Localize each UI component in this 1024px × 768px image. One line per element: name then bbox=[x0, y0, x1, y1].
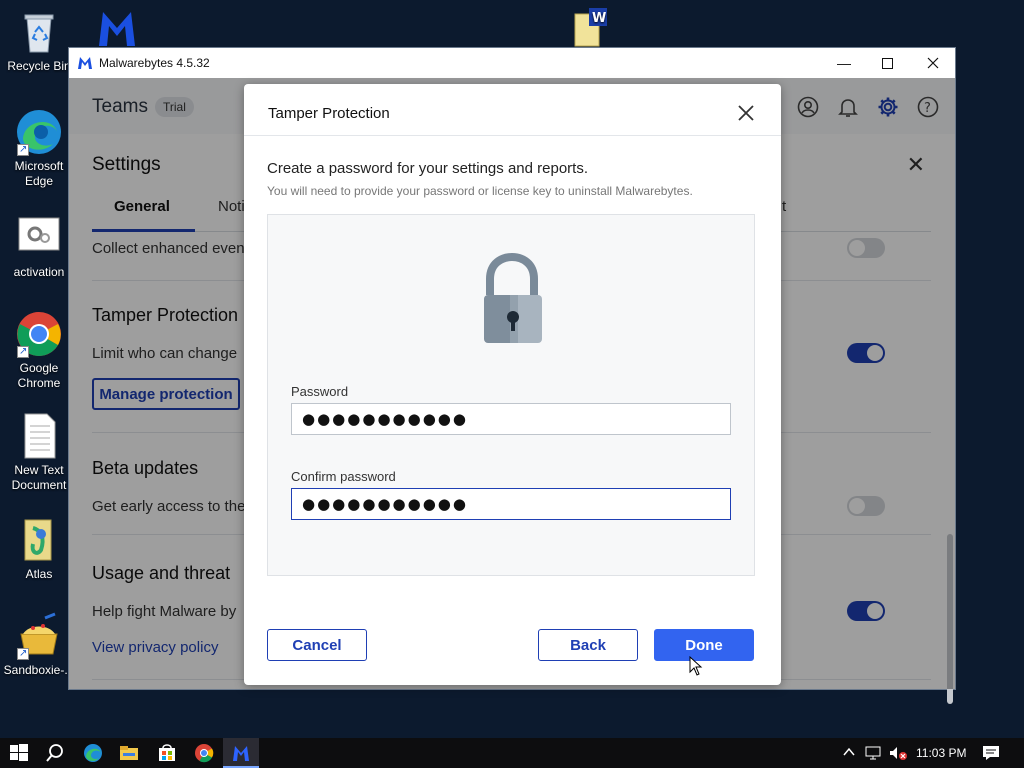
close-dialog-icon[interactable] bbox=[733, 100, 759, 126]
malwarebytes-icon[interactable] bbox=[231, 743, 251, 763]
title-bar: Malwarebytes 4.5.32 — bbox=[69, 48, 955, 78]
desktop-icon-label: Atlas bbox=[25, 567, 53, 581]
taskbar-clock[interactable]: 11:03 PM bbox=[916, 746, 966, 760]
mouse-cursor-icon bbox=[689, 655, 703, 676]
password-label: Password bbox=[291, 384, 349, 399]
done-button[interactable]: Done bbox=[654, 629, 754, 661]
confirm-password-label: Confirm password bbox=[291, 469, 396, 484]
file-explorer-icon[interactable] bbox=[119, 743, 139, 763]
edge-icon[interactable] bbox=[83, 743, 103, 763]
password-field[interactable]: ●●●●●●●●●●● bbox=[291, 403, 731, 435]
unlocked-padlock-icon bbox=[480, 252, 544, 349]
taskbar: 11:03 PM bbox=[0, 738, 1024, 768]
back-button[interactable]: Back bbox=[538, 629, 638, 661]
dialog-divider bbox=[244, 135, 781, 136]
edge-icon bbox=[15, 108, 63, 157]
desktop-icon-activation[interactable]: activation bbox=[2, 214, 76, 280]
action-center-icon[interactable] bbox=[982, 745, 1000, 766]
svg-text:W: W bbox=[592, 11, 606, 26]
store-icon[interactable] bbox=[157, 743, 177, 763]
maximize-button[interactable] bbox=[864, 48, 910, 78]
cancel-button[interactable]: Cancel bbox=[267, 629, 367, 661]
dialog-heading: Create a password for your settings and … bbox=[267, 160, 588, 177]
desktop-icon-text-document[interactable]: New Text Document bbox=[2, 412, 76, 493]
sandboxie-icon bbox=[15, 612, 63, 661]
desktop-icon-edge[interactable]: Microsoft Edge bbox=[2, 108, 76, 189]
window-title: Malwarebytes 4.5.32 bbox=[99, 56, 210, 70]
chrome-icon bbox=[15, 310, 63, 359]
network-icon[interactable] bbox=[864, 745, 882, 766]
desktop-icon-label: Microsoft Edge bbox=[14, 159, 64, 188]
show-hidden-icons-chevron-icon[interactable] bbox=[842, 745, 856, 764]
confirm-password-field[interactable]: ●●●●●●●●●●● bbox=[291, 488, 731, 520]
desktop-icon-atlas[interactable]: Atlas bbox=[2, 516, 76, 582]
malwarebytes-logo-icon bbox=[77, 56, 93, 70]
desktop-icon-label: Google Chrome bbox=[17, 361, 61, 390]
desktop-icon-sandboxie[interactable]: Sandboxie-... bbox=[2, 612, 76, 678]
recycle-bin-icon bbox=[15, 8, 63, 56]
desktop-icon-label: Recycle Bin bbox=[7, 59, 71, 73]
tamper-protection-dialog: Tamper Protection Create a password for … bbox=[244, 84, 781, 685]
desktop-icon-recycle-bin[interactable]: Recycle Bin bbox=[2, 8, 76, 74]
search-icon[interactable] bbox=[45, 743, 65, 763]
desktop-icon-label: Sandboxie-... bbox=[3, 663, 75, 677]
dialog-subtext: You will need to provide your password o… bbox=[267, 184, 693, 198]
chrome-icon[interactable] bbox=[194, 743, 214, 763]
start-icon[interactable] bbox=[9, 743, 29, 763]
desktop-icon-label: activation bbox=[13, 265, 65, 279]
settings-file-icon bbox=[15, 214, 63, 262]
atlas-folder-icon bbox=[15, 516, 63, 564]
minimize-button[interactable]: — bbox=[821, 48, 867, 78]
volume-muted-icon[interactable] bbox=[888, 745, 908, 766]
dialog-title: Tamper Protection bbox=[268, 105, 390, 122]
password-panel: Password ●●●●●●●●●●● Confirm password ●●… bbox=[267, 214, 755, 576]
desktop-icon-label: New Text Document bbox=[11, 463, 67, 492]
text-document-icon bbox=[15, 412, 63, 460]
desktop-icon-chrome[interactable]: Google Chrome bbox=[2, 310, 76, 391]
close-window-button[interactable] bbox=[910, 48, 956, 78]
